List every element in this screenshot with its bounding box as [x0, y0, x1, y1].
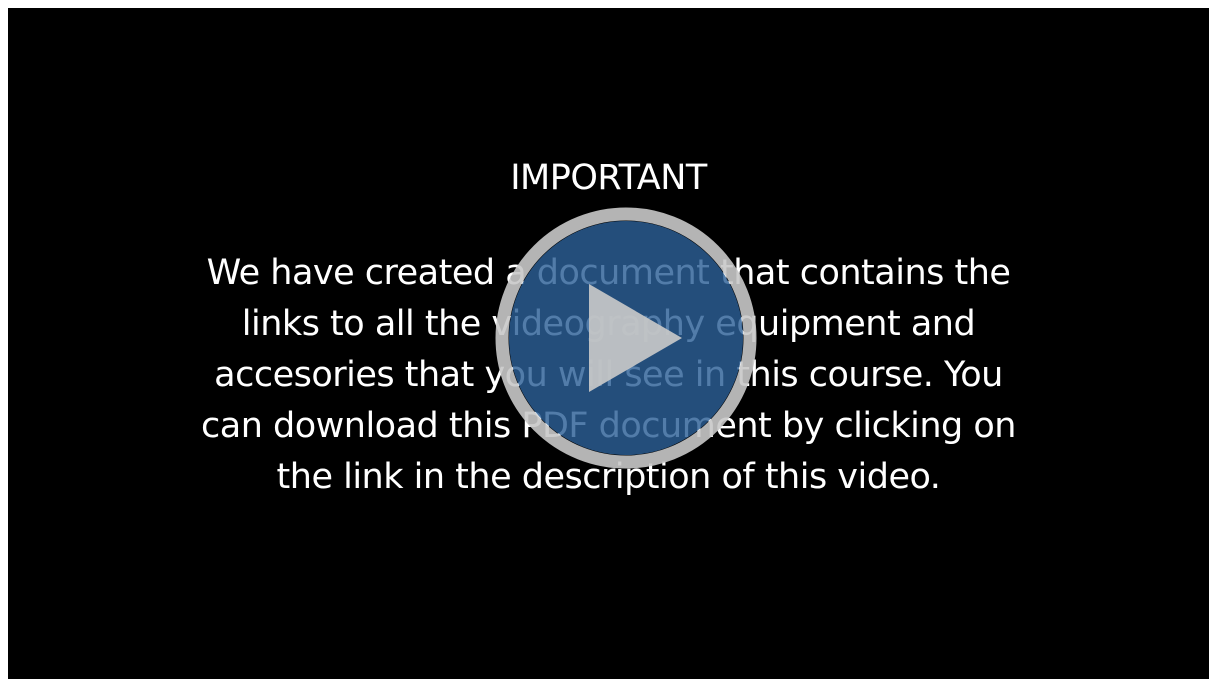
play-icon	[495, 207, 757, 469]
video-player[interactable]: IMPORTANT We have created a document tha…	[8, 8, 1209, 679]
slide-heading: IMPORTANT	[510, 158, 707, 198]
play-button[interactable]	[494, 206, 758, 470]
